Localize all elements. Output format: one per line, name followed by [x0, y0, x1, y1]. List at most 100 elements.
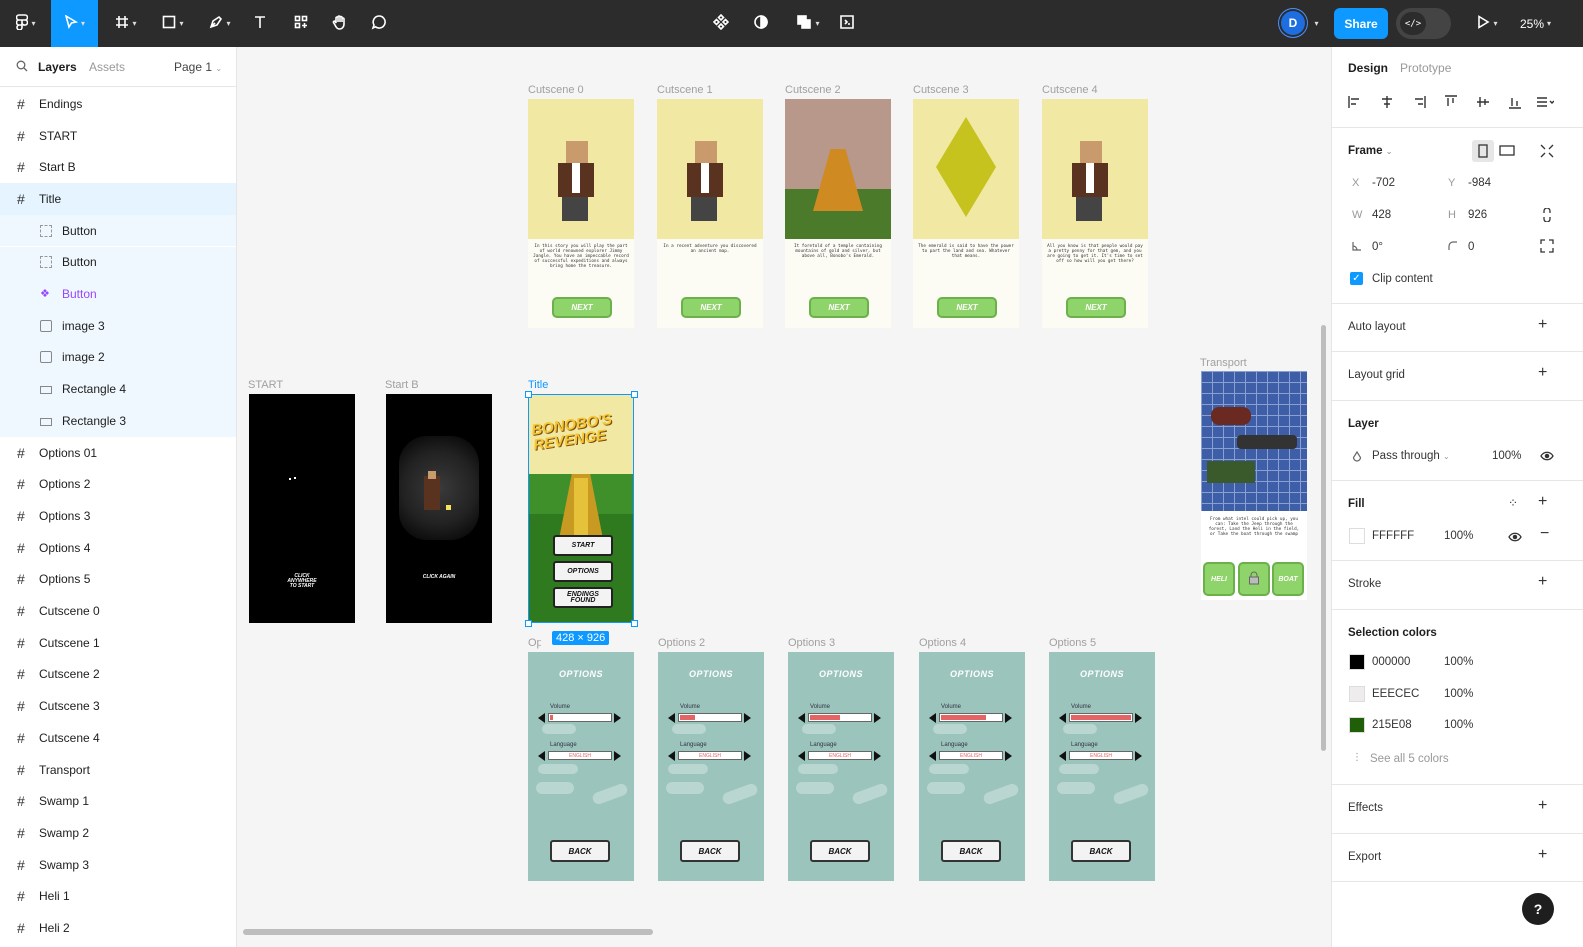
language-select[interactable]: ENGLISH — [808, 751, 872, 760]
align-left-icon[interactable] — [1348, 95, 1362, 112]
vertical-scrollbar[interactable] — [1321, 325, 1326, 751]
options-frame[interactable]: OPTIONS Volume Language ENGLISH BACK — [788, 652, 894, 881]
color-swatch[interactable] — [1349, 685, 1365, 702]
frame-label-cutscene[interactable]: Cutscene 3 — [913, 84, 969, 96]
tab-layers[interactable]: Layers — [38, 60, 77, 74]
options-frame[interactable]: OPTIONS Volume Language ENGLISH BACK — [658, 652, 764, 881]
fill-hex-input[interactable]: FFFFFF — [1372, 530, 1414, 542]
transport-frame[interactable]: From what intel could pick up, you can: … — [1201, 371, 1307, 600]
layer-row[interactable]: # Start B — [0, 151, 236, 183]
layer-row[interactable]: # Heli 1 — [0, 881, 236, 913]
boolean-button[interactable]: ▾ — [790, 0, 826, 47]
volume-decrease-icon[interactable] — [798, 713, 805, 723]
next-button[interactable]: NEXT — [1066, 297, 1126, 318]
language-next-icon[interactable] — [874, 751, 881, 761]
tab-assets[interactable]: Assets — [89, 60, 125, 74]
color-opacity[interactable]: 100% — [1444, 656, 1473, 668]
align-top-icon[interactable] — [1444, 95, 1458, 112]
horizontal-scrollbar[interactable] — [243, 929, 653, 935]
hand-tool-button[interactable] — [329, 0, 351, 47]
color-hex[interactable]: 215E08 — [1372, 719, 1412, 731]
avatar-menu-button[interactable]: ▾ — [1307, 0, 1323, 47]
add-layout-grid-icon[interactable]: + — [1538, 364, 1547, 382]
resize-to-fit-icon[interactable] — [1540, 144, 1554, 161]
search-icon[interactable] — [16, 60, 28, 75]
resize-handle[interactable] — [631, 620, 638, 627]
back-button[interactable]: BACK — [810, 840, 870, 862]
color-swatch[interactable] — [1349, 654, 1365, 670]
startb-frame[interactable]: CLICK AGAIN — [386, 394, 492, 623]
next-button[interactable]: NEXT — [681, 297, 741, 318]
layer-row[interactable]: # Options 01 — [0, 437, 236, 469]
layer-row[interactable]: Rectangle 3 — [0, 405, 236, 437]
resize-handle[interactable] — [525, 620, 532, 627]
language-prev-icon[interactable] — [538, 751, 545, 761]
frame-label-transport[interactable]: Transport — [1200, 357, 1247, 369]
cutscene-frame[interactable]: In this story you will play the part of … — [528, 99, 634, 328]
language-prev-icon[interactable] — [1059, 751, 1066, 761]
color-hex[interactable]: 000000 — [1372, 656, 1410, 668]
remove-fill-icon[interactable]: − — [1540, 525, 1549, 543]
align-center-h-icon[interactable] — [1380, 95, 1394, 112]
layer-row[interactable]: # Cutscene 1 — [0, 627, 236, 659]
language-select[interactable]: ENGLISH — [939, 751, 1003, 760]
move-tool-button[interactable]: ▾ — [51, 0, 98, 47]
frame-label-cutscene[interactable]: Cutscene 0 — [528, 84, 584, 96]
add-effect-icon[interactable]: + — [1538, 797, 1547, 815]
volume-decrease-icon[interactable] — [929, 713, 936, 723]
layer-row[interactable]: image 2 — [0, 341, 236, 374]
layer-row[interactable]: # Options 2 — [0, 468, 236, 500]
zoom-menu[interactable]: 25% ▾ — [1520, 0, 1551, 47]
volume-slider[interactable] — [808, 713, 872, 722]
next-button[interactable]: NEXT — [937, 297, 997, 318]
boat-button[interactable]: BOAT — [1272, 562, 1304, 596]
share-button[interactable]: Share — [1334, 8, 1388, 39]
cutscene-frame[interactable]: The emerald is said to have the power to… — [913, 99, 1019, 328]
resources-button[interactable] — [290, 0, 312, 47]
tab-prototype[interactable]: Prototype — [1400, 61, 1451, 75]
volume-decrease-icon[interactable] — [1059, 713, 1066, 723]
volume-increase-icon[interactable] — [1005, 713, 1012, 723]
layer-row[interactable]: # Cutscene 4 — [0, 722, 236, 754]
add-fill-icon[interactable]: + — [1538, 493, 1547, 511]
frame-label-start[interactable]: START — [248, 379, 283, 391]
blend-mode-dropdown[interactable]: Pass through ⌄ — [1372, 450, 1450, 462]
frame-label-title[interactable]: Title — [528, 379, 548, 391]
frame-label-options[interactable]: Options 3 — [788, 637, 835, 649]
frame-label-options[interactable]: Options 4 — [919, 637, 966, 649]
layer-row[interactable]: image 3 — [0, 309, 236, 342]
frame-type-dropdown[interactable]: Frame ⌄ — [1348, 145, 1392, 157]
language-next-icon[interactable] — [1005, 751, 1012, 761]
layer-row[interactable]: # Options 5 — [0, 564, 236, 596]
back-button[interactable]: BACK — [941, 840, 1001, 862]
eye-icon[interactable] — [1540, 450, 1554, 464]
align-right-icon[interactable] — [1412, 95, 1426, 112]
layer-row[interactable]: # Cutscene 3 — [0, 690, 236, 722]
volume-slider[interactable] — [548, 713, 612, 722]
volume-decrease-icon[interactable] — [538, 713, 545, 723]
align-center-v-icon[interactable] — [1476, 95, 1490, 112]
layer-row[interactable]: # Cutscene 0 — [0, 595, 236, 627]
layer-row[interactable]: # Swamp 3 — [0, 849, 236, 881]
color-swatch[interactable] — [1349, 717, 1365, 734]
x-input[interactable]: -702 — [1372, 177, 1395, 189]
component-button[interactable] — [710, 0, 732, 47]
options-frame[interactable]: OPTIONS Volume Language ENGLISH BACK — [528, 652, 634, 881]
present-button[interactable]: ▾ — [1470, 0, 1504, 47]
mask-button[interactable] — [750, 0, 772, 47]
color-hex[interactable]: EEECEC — [1372, 688, 1419, 700]
layer-opacity-input[interactable]: 100% — [1492, 450, 1521, 462]
layer-row[interactable]: Rectangle 4 — [0, 373, 236, 405]
crop-button[interactable] — [836, 0, 858, 47]
volume-increase-icon[interactable] — [874, 713, 881, 723]
cutscene-frame[interactable]: In a recent adventure you discovered an … — [657, 99, 763, 328]
volume-increase-icon[interactable] — [614, 713, 621, 723]
pen-tool-button[interactable]: ▾ — [202, 0, 238, 47]
width-input[interactable]: 428 — [1372, 209, 1391, 221]
start-frame[interactable]: CLICK ANYWHERE TO START — [249, 394, 355, 623]
language-select[interactable]: ENGLISH — [678, 751, 742, 760]
language-prev-icon[interactable] — [668, 751, 675, 761]
dev-mode-toggle[interactable]: </> — [1396, 8, 1451, 39]
page-selector[interactable]: Page 1 ⌄ — [174, 60, 222, 74]
height-input[interactable]: 926 — [1468, 209, 1487, 221]
